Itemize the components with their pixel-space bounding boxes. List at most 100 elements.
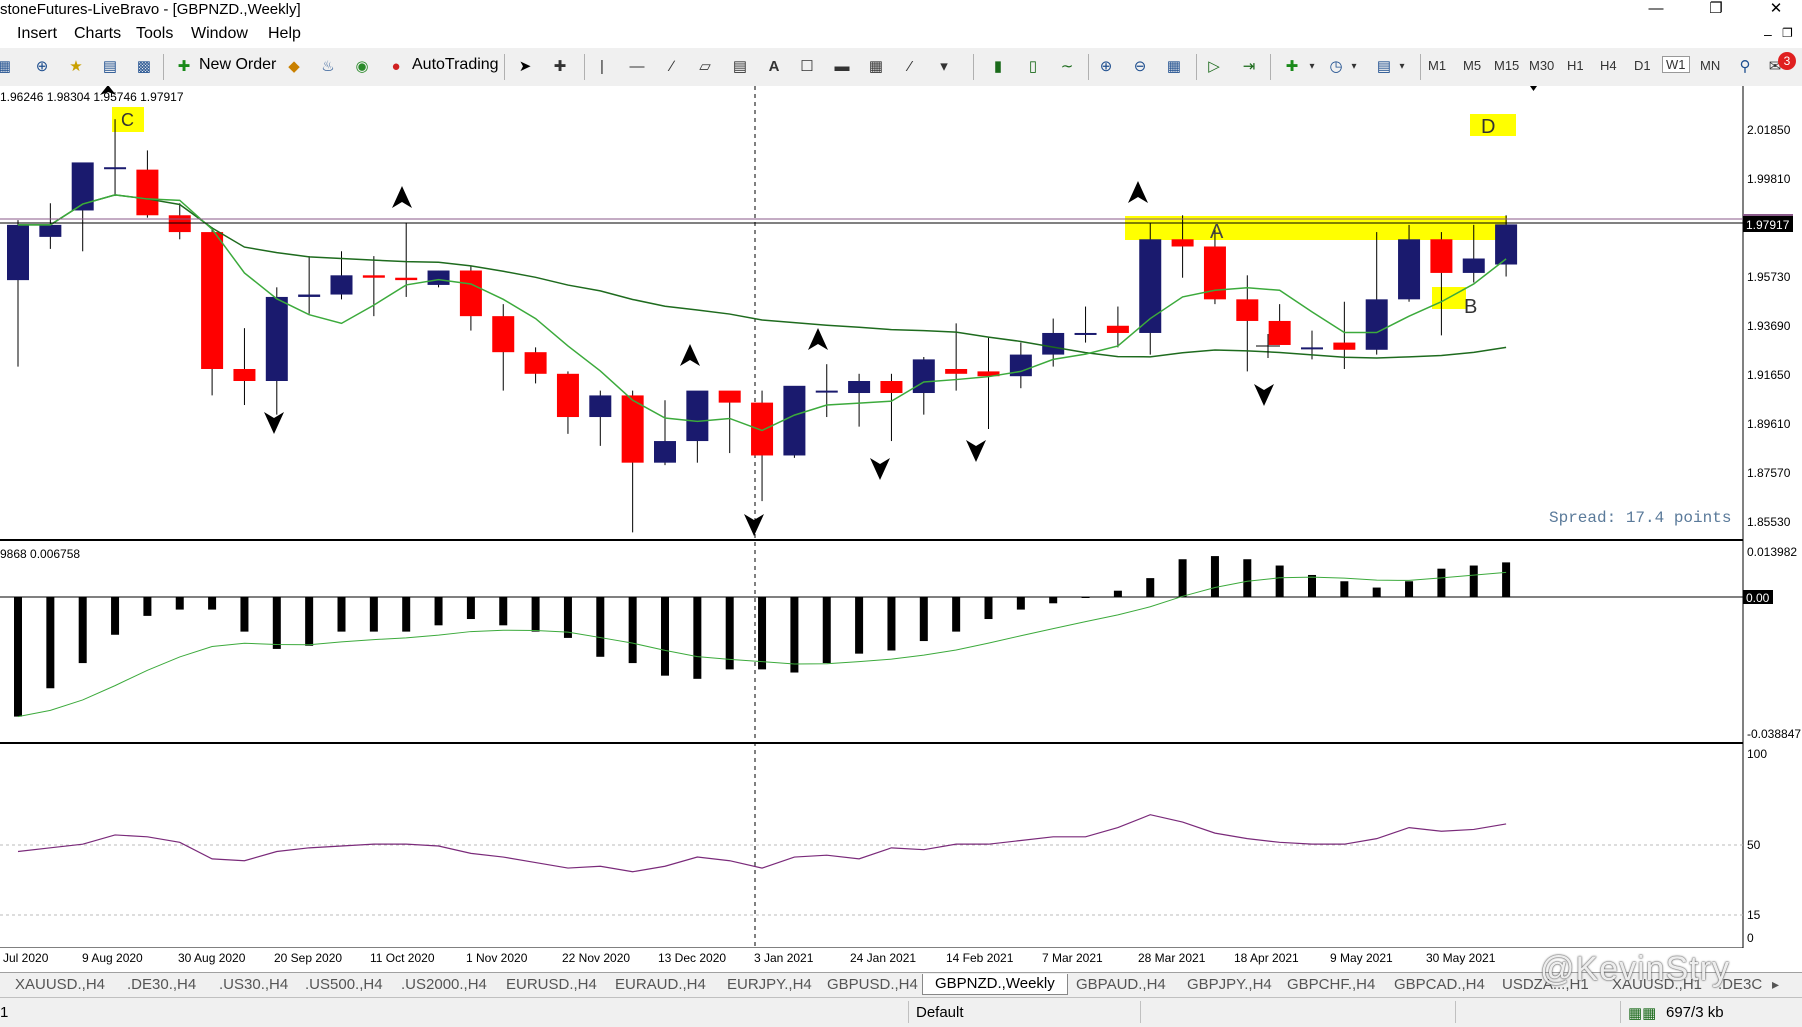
- folder-star-icon[interactable]: ★: [66, 57, 86, 77]
- chart-minimize-icon[interactable]: –: [1764, 26, 1772, 42]
- indicators-dropdown-icon[interactable]: ▾: [1302, 57, 1322, 77]
- timeframe-h4[interactable]: H4: [1600, 58, 1617, 73]
- status-traffic: 697/3 kb: [1666, 1004, 1724, 1021]
- new-order-icon[interactable]: ✚: [174, 57, 194, 77]
- tile-windows-icon[interactable]: ▦: [1164, 57, 1184, 77]
- tab-eurusd-h4[interactable]: EURUSD.,H4: [506, 976, 597, 993]
- tab-eurjpy-h4[interactable]: EURJPY.,H4: [727, 976, 812, 993]
- pitchfork-icon[interactable]: ⁄: [900, 57, 920, 77]
- tab-euraud-h4[interactable]: EURAUD.,H4: [615, 976, 706, 993]
- timeframe-d1[interactable]: D1: [1634, 58, 1651, 73]
- vertical-line-icon[interactable]: |: [592, 57, 612, 77]
- menu-tools[interactable]: Tools: [136, 25, 173, 43]
- close-icon[interactable]: ✕: [1756, 0, 1796, 20]
- restore-icon[interactable]: ❐: [1696, 0, 1736, 20]
- templates-icon[interactable]: ▤: [1374, 57, 1394, 77]
- cursor-icon[interactable]: ➤: [515, 57, 535, 77]
- date-label: 20 Sep 2020: [274, 951, 343, 965]
- tab-us30-h4[interactable]: .US30.,H4: [219, 976, 288, 993]
- timeframe-m5[interactable]: M5: [1463, 58, 1481, 73]
- autoscroll-icon[interactable]: ▷: [1204, 57, 1224, 77]
- tab-gbpnzd-weekly[interactable]: GBPNZD.,Weekly: [922, 974, 1068, 995]
- line-chart-icon[interactable]: ∼: [1057, 57, 1077, 77]
- tab-gbpaud-h4[interactable]: GBPAUD.,H4: [1076, 976, 1166, 993]
- search-icon[interactable]: ⚲: [1735, 57, 1755, 77]
- zoom-in-icon[interactable]: ⊕: [1096, 57, 1116, 77]
- separator: [163, 54, 164, 80]
- macd-histogram-bar: [855, 597, 864, 654]
- horizontal-line-icon[interactable]: —: [627, 57, 647, 77]
- terminal-icon[interactable]: ▩: [134, 57, 154, 77]
- autotrading-icon[interactable]: ●: [386, 57, 406, 77]
- main-chart-layer: [7, 119, 1518, 533]
- shapes-dropdown-icon[interactable]: ▾: [934, 57, 954, 77]
- candlestick-icon[interactable]: ▯: [1023, 57, 1043, 77]
- chart-window[interactable]: C D A B 1.96246 1.98304 1.95746 1.97917 …: [0, 86, 1802, 965]
- bar-chart-icon[interactable]: ▮: [988, 57, 1008, 77]
- timeframe-m15[interactable]: M15: [1494, 58, 1519, 73]
- tab-gbpcad-h4[interactable]: GBPCAD.,H4: [1394, 976, 1485, 993]
- tab-xauusd-h4[interactable]: XAUUSD.,H4: [15, 976, 105, 993]
- timeframe-mn[interactable]: MN: [1700, 58, 1720, 73]
- macd-histogram-bar: [1275, 565, 1284, 597]
- rectangle-icon[interactable]: ▬: [832, 57, 852, 77]
- chart-canvas[interactable]: C D A B 1.96246 1.98304 1.95746 1.97917 …: [0, 86, 1802, 948]
- macd-histogram-bar: [596, 597, 605, 657]
- bullish-candle: [1301, 347, 1323, 350]
- menu-insert[interactable]: Insert: [17, 25, 57, 43]
- tab-gbpjpy-h4[interactable]: GBPJPY.,H4: [1187, 976, 1272, 993]
- menu-window[interactable]: Window: [191, 25, 248, 43]
- timeframe-m30[interactable]: M30: [1529, 58, 1554, 73]
- trendline-icon[interactable]: ∕: [662, 57, 682, 77]
- timeframe-w1[interactable]: W1: [1662, 56, 1690, 73]
- crosshair-target-icon[interactable]: ⊕: [32, 57, 52, 77]
- date-label: 14 Feb 2021: [946, 951, 1014, 965]
- market-watch-icon[interactable]: ♨: [318, 57, 338, 77]
- fractal-down-arrow: [966, 440, 986, 462]
- price-label: 1.89610: [1747, 417, 1791, 431]
- minimize-icon[interactable]: —: [1636, 0, 1676, 20]
- menu-help[interactable]: Help: [268, 25, 301, 43]
- separator: [504, 54, 505, 80]
- navigator-icon[interactable]: ▤: [100, 57, 120, 77]
- timeframe-m1[interactable]: M1: [1428, 58, 1446, 73]
- tab-gbpchf-h4[interactable]: GBPCHF.,H4: [1287, 976, 1375, 993]
- templates-dropdown-icon[interactable]: ▾: [1392, 57, 1412, 77]
- tabs-scroll-right-icon[interactable]: ▸: [1772, 976, 1779, 993]
- zoom-out-icon[interactable]: ⊖: [1130, 57, 1150, 77]
- fractal-down-arrow: [870, 458, 890, 480]
- bearish-candle: [168, 215, 191, 233]
- fractal-down-arrow: [1254, 384, 1274, 406]
- price-label: 2.01850: [1747, 123, 1791, 137]
- macd-histogram-bar: [758, 597, 767, 670]
- periods-clock-icon[interactable]: ◷: [1326, 57, 1346, 77]
- tab-de30-h4[interactable]: .DE30.,H4: [127, 976, 196, 993]
- text-icon[interactable]: A: [764, 57, 784, 77]
- chart-restore-icon[interactable]: ❐: [1782, 26, 1793, 40]
- chart-shift-icon[interactable]: ⇥: [1239, 57, 1259, 77]
- timeframe-h1[interactable]: H1: [1567, 58, 1584, 73]
- new-order-button[interactable]: New Order: [199, 56, 276, 74]
- metaeditor-icon[interactable]: ◆: [284, 57, 304, 77]
- spread-label: Spread: 17.4 points: [1549, 509, 1731, 527]
- indicators-icon[interactable]: ✚: [1282, 57, 1302, 77]
- notifications-badge[interactable]: 3: [1778, 52, 1796, 70]
- channel-icon[interactable]: ▤: [730, 57, 750, 77]
- tab-us500-h4[interactable]: .US500.,H4: [305, 976, 383, 993]
- new-chart-icon[interactable]: ▦: [0, 57, 14, 77]
- tab-us2000-h4[interactable]: .US2000.,H4: [401, 976, 487, 993]
- price-label: 1.87570: [1747, 466, 1791, 480]
- autotrading-button[interactable]: AutoTrading: [412, 56, 499, 74]
- tab-gbpusd-h4[interactable]: GBPUSD.,H4: [827, 976, 918, 993]
- fibonacci-fan-icon[interactable]: ▱: [695, 57, 715, 77]
- menu-charts[interactable]: Charts: [74, 25, 121, 43]
- price-label: 1.99810: [1747, 172, 1791, 186]
- price-label: 1.95730: [1747, 270, 1791, 284]
- fibonacci-icon[interactable]: ▦: [866, 57, 886, 77]
- macd-histogram-bar: [1113, 590, 1122, 597]
- signals-icon[interactable]: ◉: [352, 57, 372, 77]
- crosshair-icon[interactable]: ✚: [550, 57, 570, 77]
- text-label-icon[interactable]: ☐: [797, 57, 817, 77]
- fractal-up-arrow: [680, 344, 700, 366]
- periods-dropdown-icon[interactable]: ▾: [1344, 57, 1364, 77]
